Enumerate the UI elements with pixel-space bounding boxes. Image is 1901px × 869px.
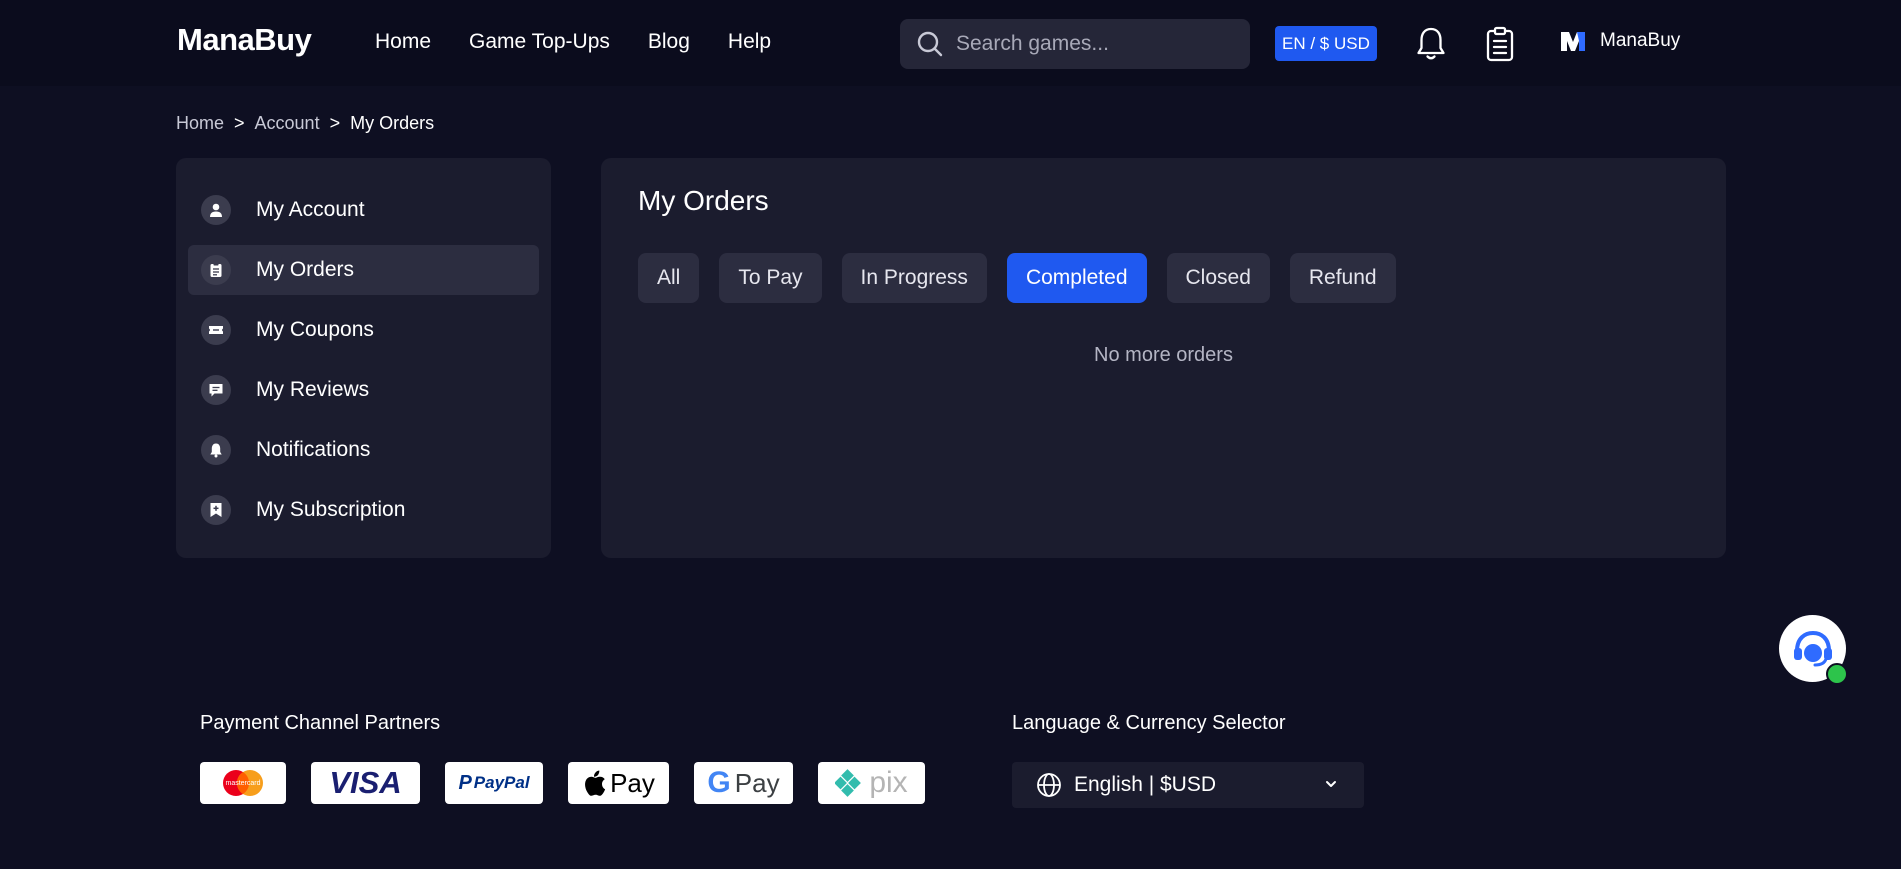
bell-icon[interactable] [1415,26,1447,62]
sidebar-item-label: My Reviews [256,378,370,401]
paypal-logo: P PayPal [445,762,543,804]
ticket-icon [201,315,231,345]
breadcrumb-account[interactable]: Account [255,113,320,134]
visa-logo: VISA [311,762,420,804]
payment-partners: mastercard VISA P PayPal Pay G Pay pix [200,762,950,804]
orders-panel: My Orders All To Pay In Progress Complet… [601,158,1726,558]
account-sidebar: My Account My Orders My Coupons My Revie… [176,158,551,558]
tab-all[interactable]: All [638,253,700,303]
apple-pay-logo: Pay [568,762,669,804]
apple-pay-text: Pay [610,767,655,798]
sidebar-item-notifications[interactable]: Notifications [188,425,539,475]
sidebar-item-my-subscription[interactable]: My Subscription [188,485,539,535]
main-nav: Home Game Top-Ups Blog Help [375,30,809,54]
mastercard-logo: mastercard [200,762,286,804]
empty-orders-message: No more orders [1094,344,1233,366]
bookmark-plus-icon [201,495,231,525]
headset-icon [1793,630,1832,666]
breadcrumb-separator: > [329,113,341,133]
tab-completed[interactable]: Completed [1006,253,1147,303]
search-input[interactable] [956,32,1226,56]
globe-icon [1037,773,1061,797]
language-currency-button[interactable]: EN / $ USD [1275,26,1377,61]
sidebar-item-my-reviews[interactable]: My Reviews [188,365,539,415]
sidebar-item-label: My Coupons [256,318,374,341]
page-title: My Orders [638,185,769,216]
google-pay-logo: G Pay [694,762,793,804]
bell-icon [201,435,231,465]
comment-icon [201,375,231,405]
paypal-text: PayPal [473,773,530,792]
sidebar-item-my-orders[interactable]: My Orders [188,245,539,295]
sidebar-item-label: My Subscription [256,498,406,521]
breadcrumb-home[interactable]: Home [176,113,224,134]
user-name: ManaBuy [1600,30,1681,51]
sidebar-item-label: Notifications [256,438,371,461]
clipboard-icon [201,255,231,285]
search-bar[interactable] [900,19,1250,69]
breadcrumb-separator: > [234,113,245,133]
sidebar-item-label: My Orders [256,258,355,281]
nav-home[interactable]: Home [375,30,431,54]
nav-game-top-ups[interactable]: Game Top-Ups [469,30,610,54]
apple-icon [585,770,606,796]
tab-closed[interactable]: Closed [1166,253,1270,303]
breadcrumb-current: My Orders [350,113,435,133]
breadcrumb: Home > Account > My Orders [176,113,434,134]
visa-text: VISA [329,765,402,800]
paypal-mark: P [458,771,472,794]
sidebar-item-my-coupons[interactable]: My Coupons [188,305,539,355]
avatar [1561,32,1585,51]
payments-heading: Payment Channel Partners [200,712,441,734]
mastercard-text: mastercard [225,779,261,787]
sidebar-item-label: My Account [256,198,365,221]
online-status-dot [1826,663,1848,685]
nav-blog[interactable]: Blog [648,30,690,54]
google-pay-text: Pay [734,767,780,798]
user-menu[interactable]: ManaBuy [1560,30,1680,52]
pix-text: pix [869,766,908,799]
customer-support-button[interactable] [1779,615,1848,685]
orders-clipboard-icon[interactable] [1485,26,1515,62]
top-header: ManaBuy Home Game Top-Ups Blog Help EN /… [0,0,1901,86]
nav-help[interactable]: Help [728,30,771,54]
tab-to-pay[interactable]: To Pay [719,253,822,303]
google-g-icon: G [707,766,731,799]
language-value: English | $USD [1074,773,1217,796]
language-currency-select[interactable]: English | $USD [1012,762,1364,808]
sidebar-item-my-account[interactable]: My Account [188,185,539,235]
search-icon [917,31,943,57]
logo-text: ManaBuy [177,22,312,57]
user-icon [201,195,231,225]
tab-refund[interactable]: Refund [1289,253,1396,303]
tab-in-progress[interactable]: In Progress [841,253,987,303]
order-status-tabs: All To Pay In Progress Completed Closed … [638,253,1416,303]
logo[interactable]: ManaBuy [177,22,312,58]
pix-logo: pix [818,762,925,804]
language-heading: Language & Currency Selector [1012,712,1286,734]
chevron-down-icon [1326,781,1336,787]
pix-diamond-icon [835,769,862,797]
